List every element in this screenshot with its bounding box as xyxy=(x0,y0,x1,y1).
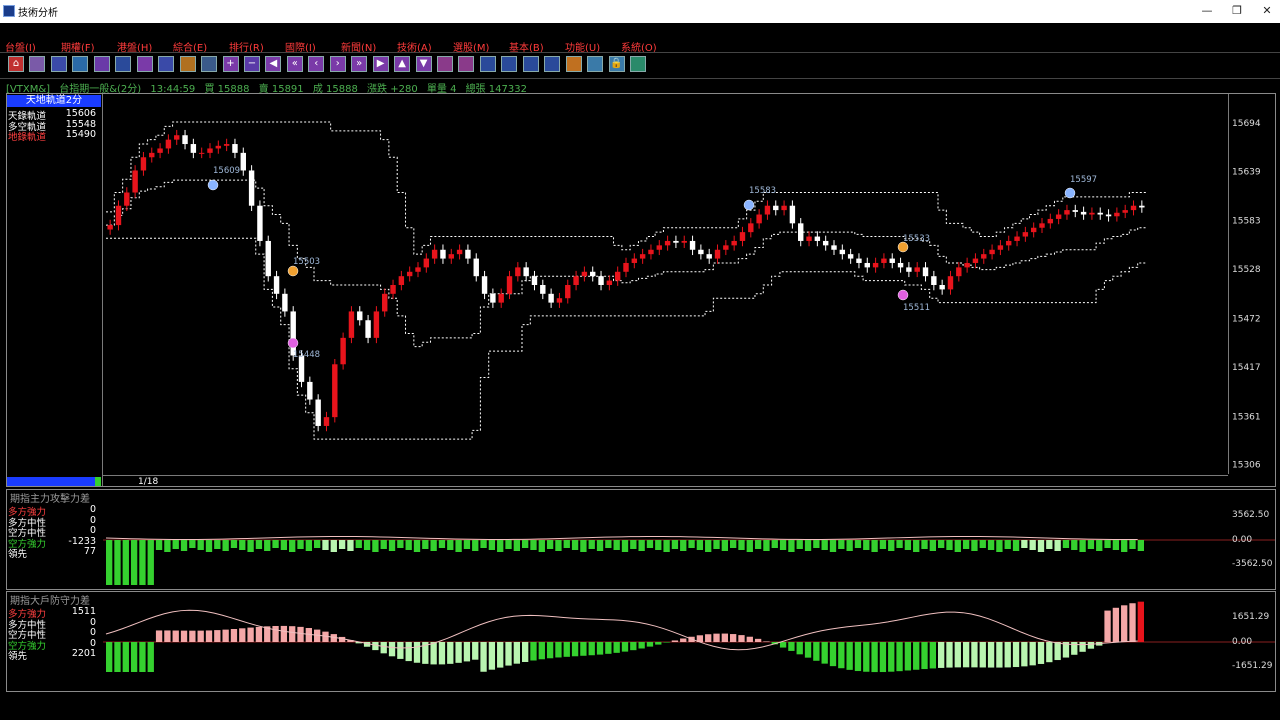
quote-infobar: [VTXM&] 台指期一般&(2分) 13:44:59 買 15888 賣 15… xyxy=(6,80,1276,95)
table-icon[interactable] xyxy=(201,56,218,72)
price-axis-separator xyxy=(1228,94,1229,474)
main-legend-value-0: 15606 xyxy=(65,108,96,119)
attack-value-0: 0 xyxy=(89,504,96,515)
attack-panel[interactable] xyxy=(6,489,1276,590)
link-icon[interactable] xyxy=(479,56,496,72)
info-icon[interactable] xyxy=(115,56,132,72)
defense-panel[interactable] xyxy=(6,591,1276,692)
right-icon[interactable]: ▶ xyxy=(372,56,389,72)
attack-value-4: 77 xyxy=(83,546,96,558)
scroll-bar[interactable] xyxy=(7,477,101,486)
status-bar xyxy=(0,694,1280,720)
defense-value-2: 0 xyxy=(89,627,96,639)
defense-panel-title: 期指大戶防守力差 xyxy=(10,596,90,607)
shop-icon[interactable] xyxy=(50,56,67,72)
link2-icon[interactable] xyxy=(501,56,518,72)
down-icon[interactable]: ▼ xyxy=(415,56,432,72)
attack-value-1: 0 xyxy=(89,514,96,526)
defense-axis-label-0: 1651.29 xyxy=(1232,612,1270,622)
attack-panel-title: 期指主力攻擊力差 xyxy=(10,494,90,505)
defense-value-4: 2201 xyxy=(71,648,96,660)
defense-value-0: 1511 xyxy=(71,606,96,617)
window-icon[interactable] xyxy=(587,56,604,72)
prev-icon[interactable]: ‹ xyxy=(308,56,325,72)
chart-a-icon[interactable] xyxy=(437,56,453,72)
main-legend-value-2: 15490 xyxy=(65,129,96,141)
chart-icon[interactable] xyxy=(136,56,153,72)
minus-icon[interactable]: − xyxy=(243,56,260,72)
double-left-icon[interactable]: « xyxy=(286,56,303,72)
attack-value-2: 0 xyxy=(89,525,96,537)
defense-value-3: 0 xyxy=(89,637,96,649)
grid-icon[interactable] xyxy=(72,56,89,72)
news-icon[interactable] xyxy=(93,56,110,72)
chart-b-icon[interactable] xyxy=(458,56,475,72)
lock-icon[interactable]: 🔒 xyxy=(608,56,625,72)
date-label: 1/18 xyxy=(138,477,159,487)
close-icon[interactable]: ✕ xyxy=(1252,2,1280,20)
app-icon xyxy=(3,5,15,17)
defense-axis-label-1: 0.00 xyxy=(1232,637,1253,647)
minimize-icon[interactable]: — xyxy=(1192,2,1222,20)
double-right-icon[interactable]: » xyxy=(351,56,368,72)
indicator-badge[interactable]: 天地軌道2分 xyxy=(7,95,101,107)
defense-label-4: 領先 xyxy=(8,651,28,663)
attack-axis-label-0: 3562.50 xyxy=(1232,510,1270,520)
main-chart-panel[interactable] xyxy=(6,93,1276,487)
export-icon[interactable] xyxy=(522,56,539,72)
bag-icon[interactable] xyxy=(179,56,196,72)
next-icon[interactable]: › xyxy=(329,56,346,72)
date-axis xyxy=(102,475,1228,487)
defense-axis-label-2: -1651.29 xyxy=(1232,661,1273,671)
calc-icon[interactable] xyxy=(630,56,647,72)
book-icon[interactable] xyxy=(565,56,582,72)
attack-label-4: 領先 xyxy=(8,549,28,561)
defense-value-1: 0 xyxy=(89,616,96,628)
plus-icon[interactable]: + xyxy=(222,56,239,72)
up-icon[interactable]: ▲ xyxy=(394,56,411,72)
restore-icon[interactable]: ❐ xyxy=(1222,2,1252,20)
toolbar: ⌂ + − ◀ « ‹ › » ▶ ▲ ▼ 🔒 xyxy=(0,52,1280,79)
menu-bar: 台盤(I) 期權(F) 港盤(H) 綜合(E) 排行(R) 國際(I) 新聞(N) 技術(A)… xyxy=(0,38,1280,54)
self-icon[interactable] xyxy=(158,56,175,72)
home-icon[interactable]: ⌂ xyxy=(8,56,24,72)
main-legend-label-2: 地錄軌道 xyxy=(8,132,47,144)
scroll-thumb[interactable] xyxy=(95,477,101,486)
legend-separator xyxy=(102,94,103,486)
left-icon[interactable]: ◀ xyxy=(265,56,282,72)
attack-value-3: -1233 xyxy=(68,535,96,547)
print-icon[interactable] xyxy=(544,56,561,72)
main-legend-value-1: 15548 xyxy=(65,118,96,130)
window-titlebar: 技術分析 — ❐ ✕ xyxy=(0,0,1280,23)
attack-axis-label-1: 0.00 xyxy=(1232,535,1253,545)
window-title: 技術分析 xyxy=(18,8,58,19)
calendar-icon[interactable] xyxy=(29,56,46,72)
attack-axis-label-2: -3562.50 xyxy=(1232,559,1273,569)
